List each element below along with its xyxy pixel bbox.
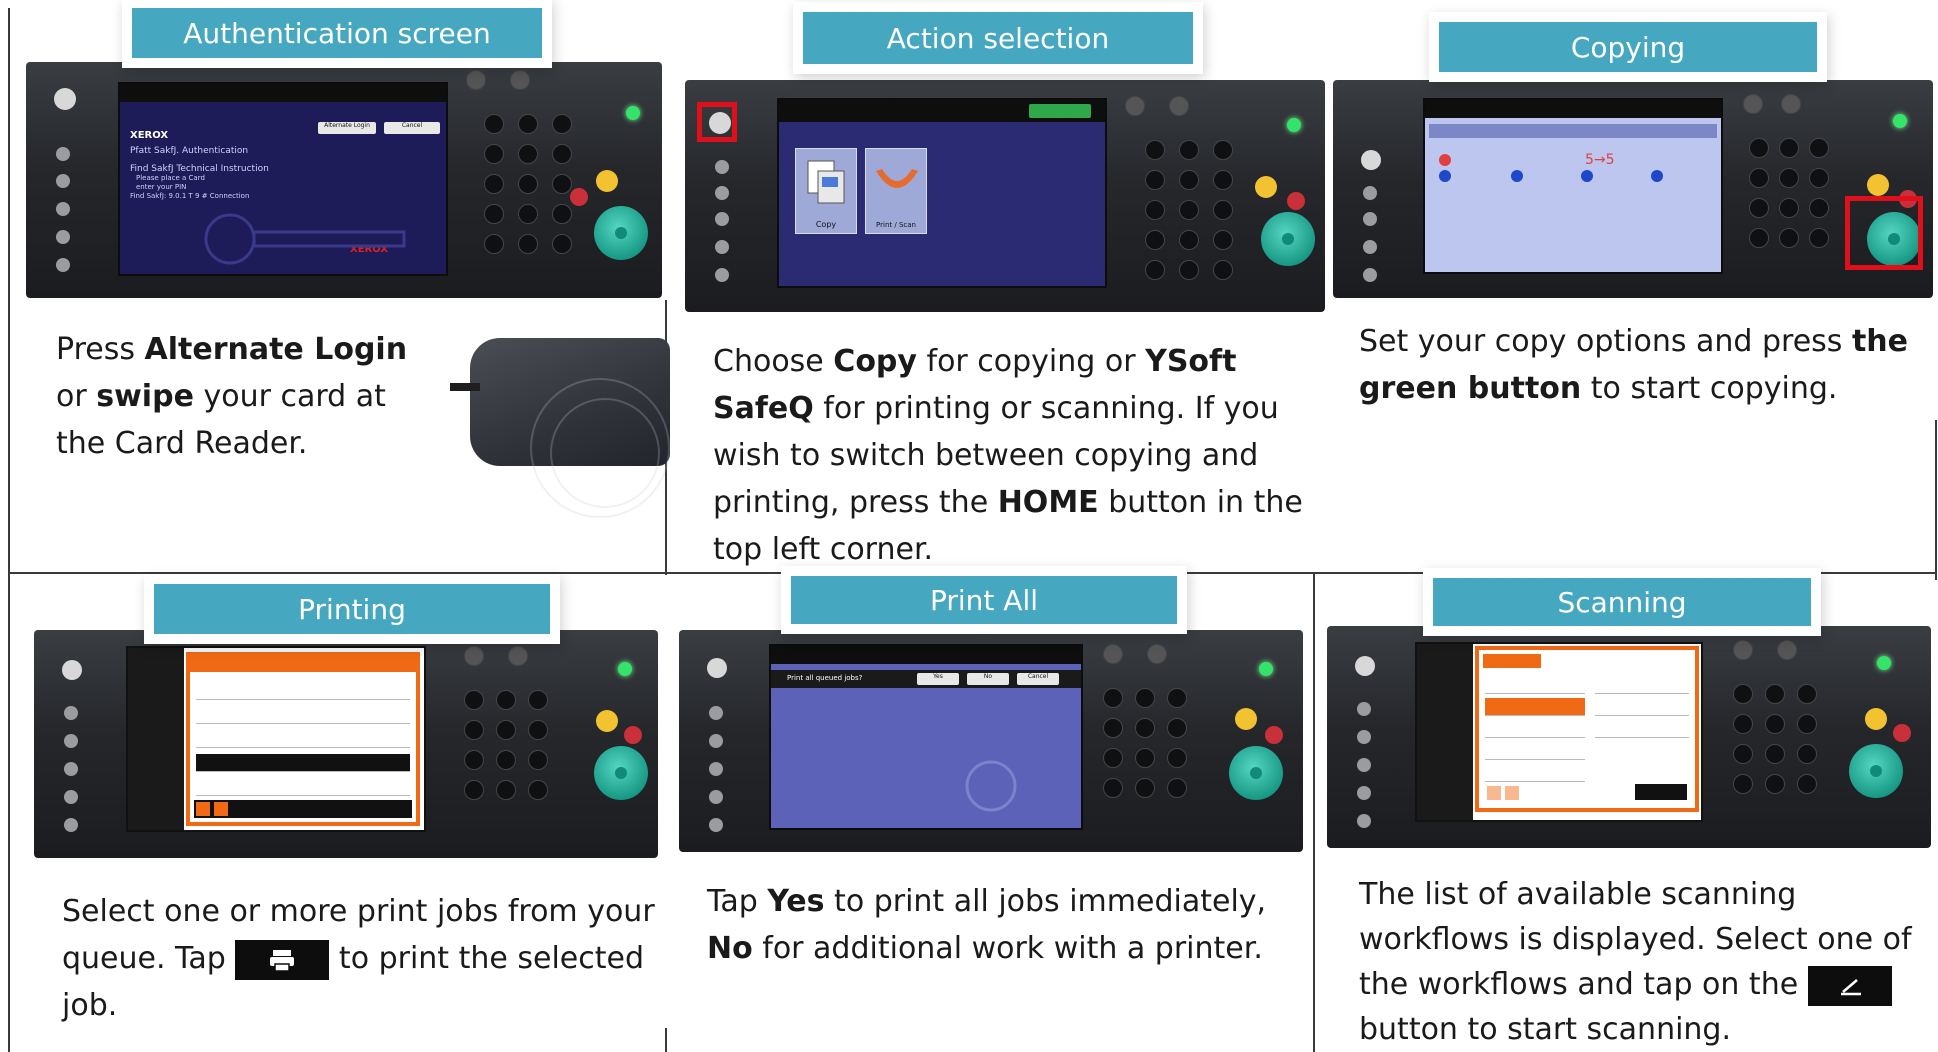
copy-icon	[807, 160, 845, 204]
printer-icon	[235, 939, 330, 980]
safeq-tile[interactable]: Print / Scan	[865, 148, 927, 234]
panel-title-authentication: Authentication screen	[132, 8, 542, 58]
device-panel-print-all: Print all queued jobs? Yes No Cancel	[679, 630, 1303, 852]
copy-tile[interactable]: Copy	[795, 148, 857, 234]
instruction-scanning: The list of available scanning workflows…	[1359, 877, 1912, 1047]
start-button-highlight	[1845, 196, 1923, 270]
card-reader-image	[450, 338, 670, 518]
instruction-action-selection: Choose Copy for copying or YSoft SafeQ f…	[713, 344, 1303, 567]
keypad	[466, 70, 656, 290]
touchscreen-auth: XEROX Pfatt SakfJ. Authentication Find S…	[118, 82, 448, 276]
device-panel-scanning	[1327, 626, 1931, 848]
panel-authentication: Authentication screen XEROX Pfatt SakfJ.…	[0, 0, 670, 572]
instruction-print-all: Tap Yes to print all jobs immediately, N…	[707, 884, 1267, 966]
panel-title-copying: Copying	[1439, 22, 1817, 72]
start-button	[594, 206, 648, 260]
touchscreen-copying: 5→5	[1423, 98, 1723, 274]
panel-title-scanning: Scanning	[1433, 578, 1811, 626]
panel-title-action-selection: Action selection	[803, 12, 1193, 64]
instruction-printing: Select one or more print jobs from your …	[62, 894, 655, 1023]
panel-scanning: Scanning The list of available scanning …	[1315, 574, 1938, 1052]
panel-title-print-all: Print All	[791, 576, 1177, 624]
touchscreen-scanning	[1415, 642, 1703, 822]
device-panel-copying: 5→5	[1333, 80, 1933, 298]
instruction-copying: Set your copy options and press the gree…	[1359, 324, 1908, 406]
device-panel-auth: XEROX Pfatt SakfJ. Authentication Find S…	[26, 62, 662, 298]
selected-workflow-row[interactable]	[1485, 698, 1585, 716]
safeq-workflow-list	[1475, 646, 1699, 812]
selected-job-row[interactable]	[196, 754, 410, 772]
panel-printing: Printing Select one or more print jobs f…	[0, 574, 665, 1052]
panel-copying: Copying 5→5 Set your copy options and pr…	[1327, 0, 1938, 572]
key-watermark-icon	[965, 760, 1017, 812]
panel-print-all: Print All Print all queued jobs? Yes No …	[667, 574, 1313, 1052]
device-panel-printing	[34, 630, 658, 858]
stop-button	[570, 188, 588, 206]
touchscreen-print-all: Print all queued jobs? Yes No Cancel	[769, 644, 1083, 830]
home-button	[54, 88, 76, 111]
instruction-authentication: Press Alternate Login or swipe your card…	[56, 332, 408, 461]
safeq-logo-icon	[876, 169, 918, 188]
panel-title-printing: Printing	[154, 584, 550, 634]
power-led	[626, 106, 640, 120]
touchscreen-action: Copy Print / Scan	[777, 98, 1107, 288]
scan-icon	[1807, 965, 1892, 1006]
clear-all-button	[596, 170, 618, 192]
key-watermark-icon	[204, 213, 406, 265]
home-button-highlight	[697, 102, 737, 142]
panel-action-selection: Action selection Copy Print / Scan Choos…	[667, 0, 1327, 572]
device-panel-action: Copy Print / Scan	[685, 80, 1325, 312]
safeq-job-list	[186, 652, 420, 826]
touchscreen-printing	[126, 646, 426, 832]
